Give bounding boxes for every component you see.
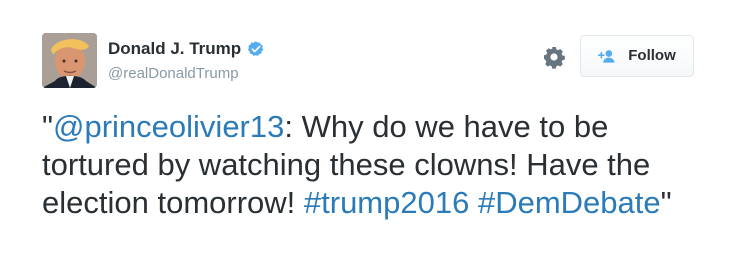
hashtag-trump2016[interactable]: #trump2016 [304,185,469,220]
add-user-icon [598,50,615,63]
display-name-row: Donald J. Trump [108,38,265,60]
display-name[interactable]: Donald J. Trump [108,38,241,60]
quote-open: " [42,109,54,144]
mention-link[interactable]: @princeolivier13 [53,109,284,144]
user-handle[interactable]: @realDonaldTrump [108,65,265,83]
tweet-header: Donald J. Trump @realDonaldTrump Follow [42,33,722,93]
avatar[interactable] [42,33,97,88]
verified-badge-icon [248,41,264,56]
user-info: Donald J. Trump @realDonaldTrump [108,38,265,83]
tweet-space [469,185,478,220]
hashtag-demdebate[interactable]: #DemDebate [478,185,661,220]
follow-label: Follow [628,47,676,64]
tweet-text: "@princeolivier13: Why do we have to be … [42,108,712,222]
avatar-image [42,33,97,88]
follow-button[interactable]: Follow [580,35,694,77]
tweet-card: Donald J. Trump @realDonaldTrump Follow … [0,0,735,277]
quote-close: " [660,185,672,220]
gear-icon[interactable] [542,45,566,69]
